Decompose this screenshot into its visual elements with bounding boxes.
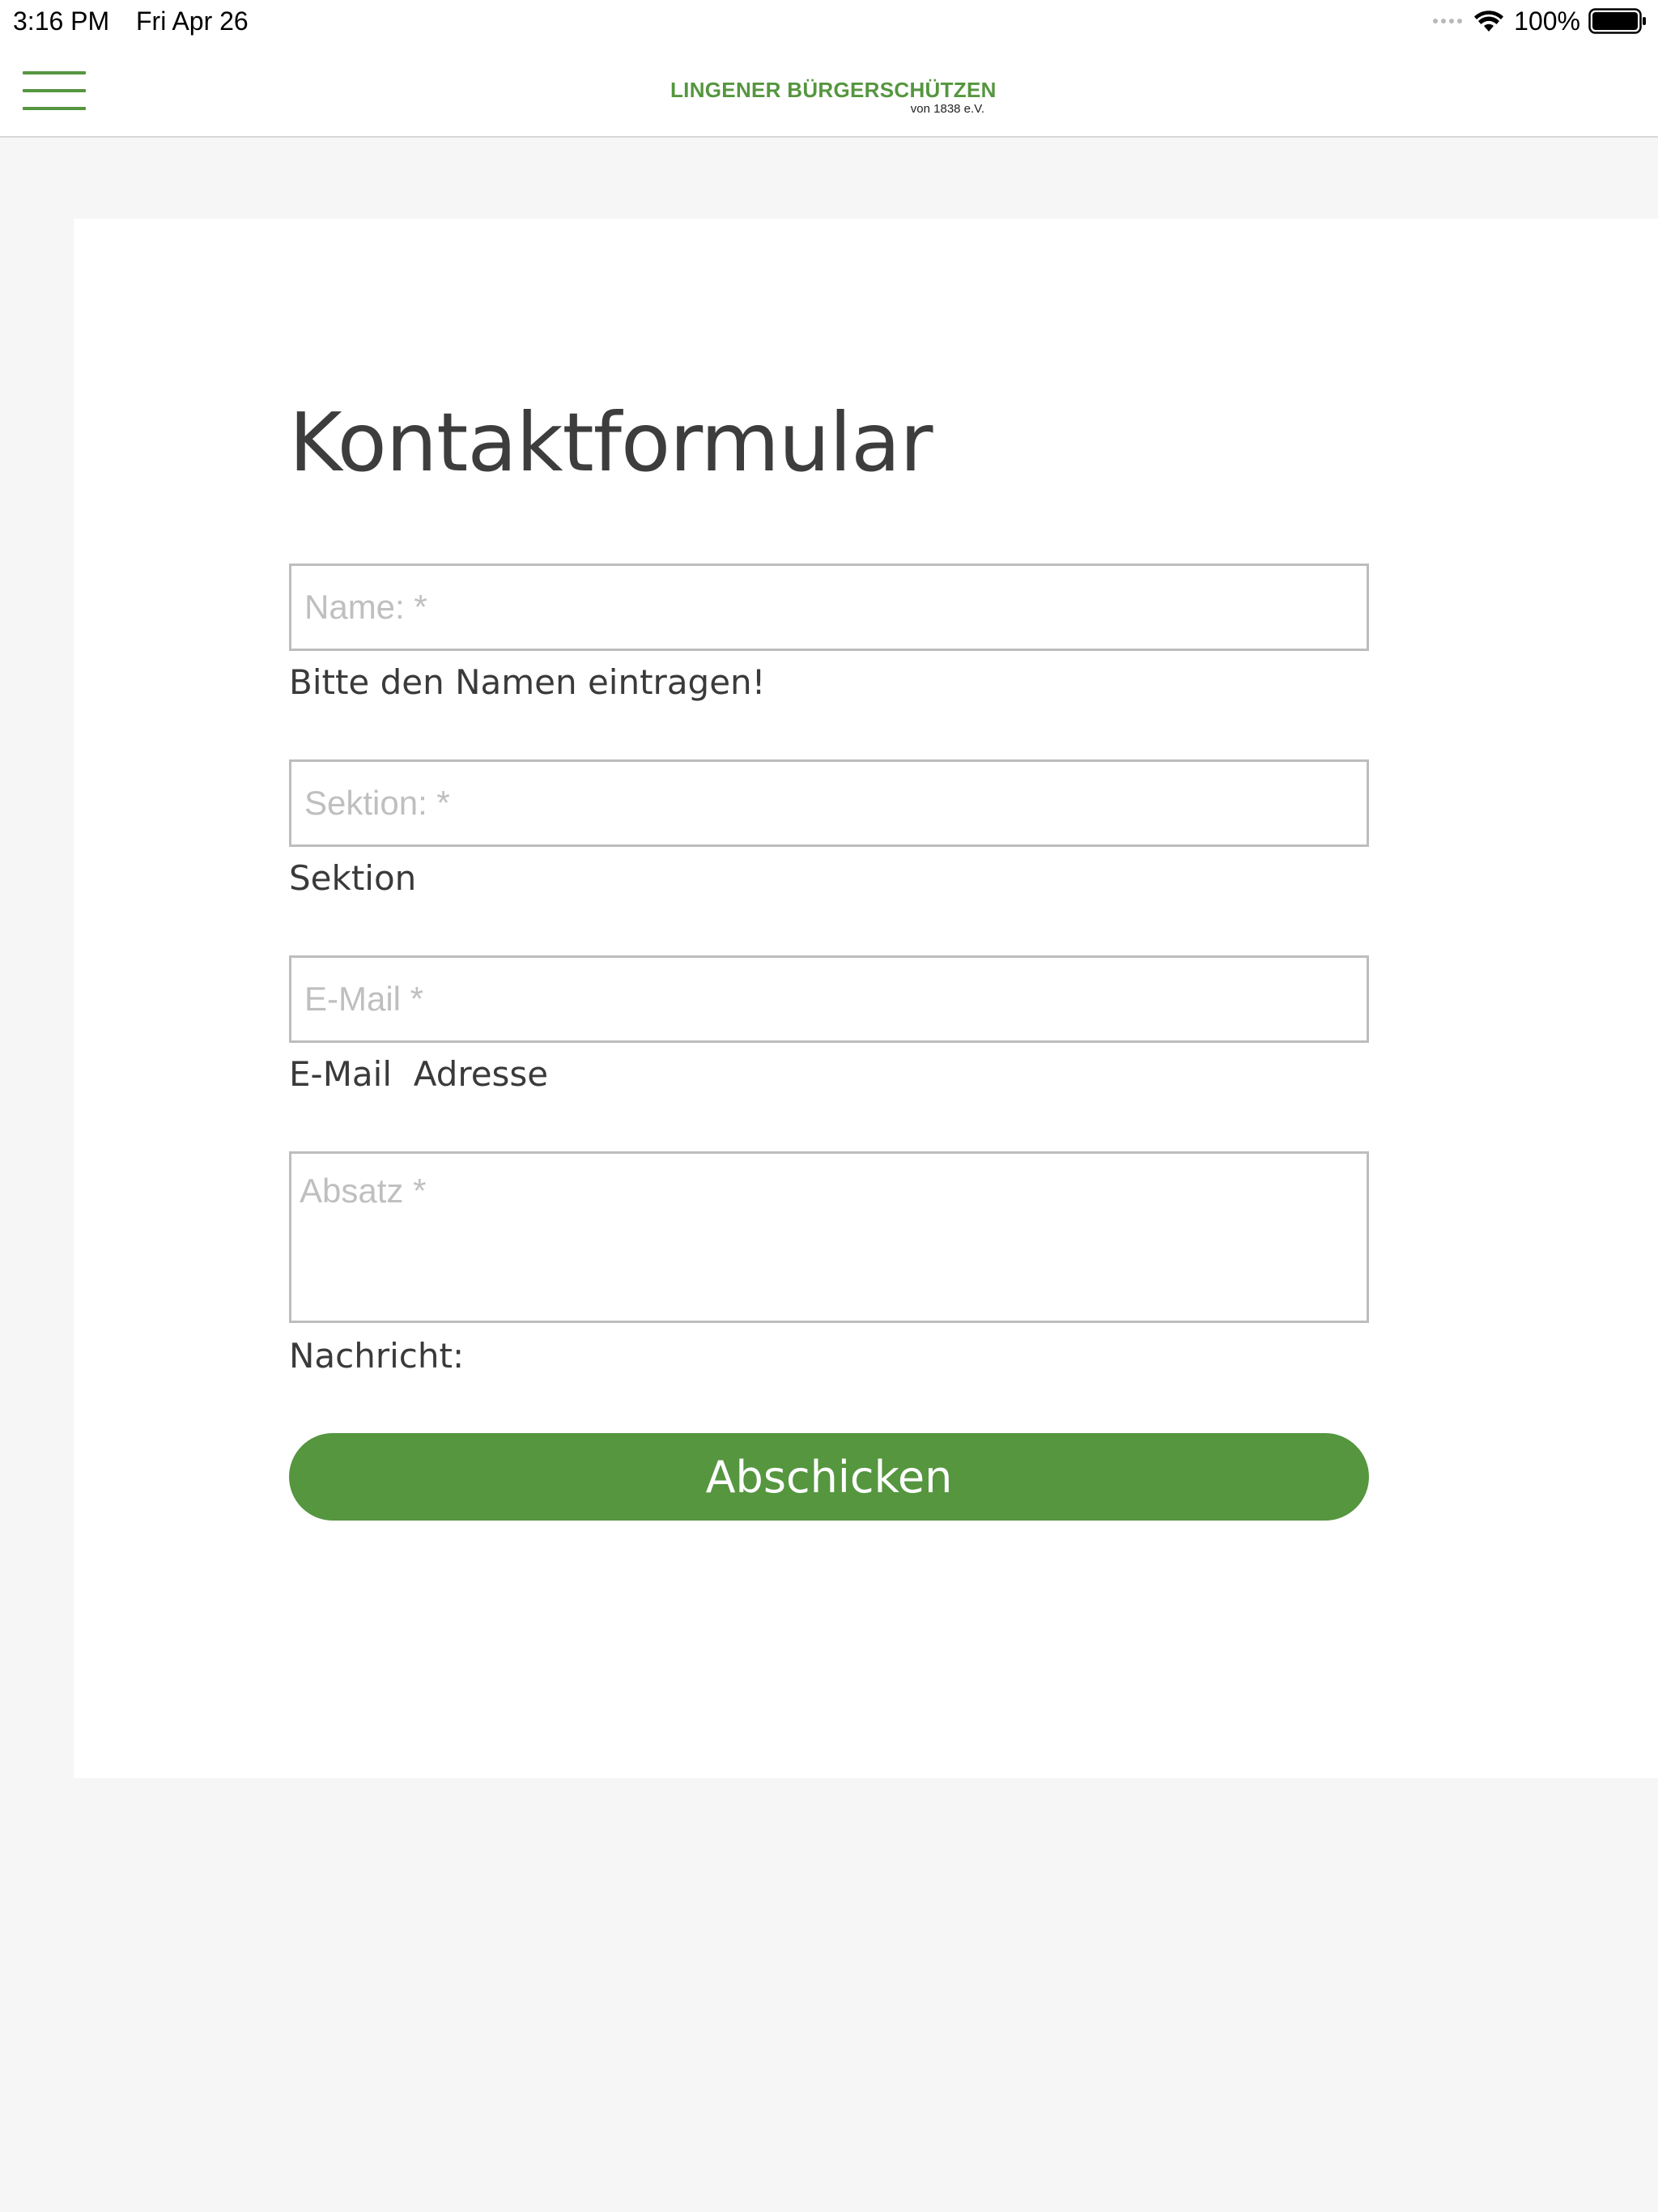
app-header: LINGENER BÜRGERSCHÜTZEN von 1838 e.V. [0, 42, 1658, 138]
status-time: 3:16 PM [13, 6, 110, 36]
name-field-label: Bitte den Namen eintragen! [289, 662, 766, 702]
brand-name: LINGENER BÜRGERSCHÜTZEN [670, 78, 997, 102]
status-bar: 3:16 PM Fri Apr 26 100% [0, 0, 1658, 42]
cellular-signal-icon [1433, 19, 1463, 23]
contact-form-card: Kontaktformular Bitte den Namen eintrage… [74, 219, 1658, 1778]
battery-icon [1588, 8, 1646, 34]
email-field-label: E-Mail Adresse [289, 1054, 549, 1094]
name-input[interactable] [289, 564, 1369, 651]
submit-button[interactable]: Abschicken [289, 1433, 1369, 1521]
status-date: Fri Apr 26 [136, 6, 249, 36]
email-input[interactable] [289, 955, 1369, 1043]
hamburger-menu-icon[interactable] [23, 71, 86, 110]
section-input[interactable] [289, 759, 1369, 847]
message-field-label: Nachricht: [289, 1336, 465, 1376]
message-textarea[interactable] [289, 1151, 1369, 1323]
wifi-icon [1474, 11, 1504, 32]
status-indicators: 100% [1433, 6, 1647, 36]
battery-percent: 100% [1514, 6, 1580, 36]
page-title: Kontaktformular [289, 395, 933, 490]
brand-logo[interactable]: LINGENER BÜRGERSCHÜTZEN von 1838 e.V. [670, 78, 996, 118]
section-field-label: Sektion [289, 858, 417, 898]
brand-subtitle: von 1838 e.V. [910, 102, 984, 116]
